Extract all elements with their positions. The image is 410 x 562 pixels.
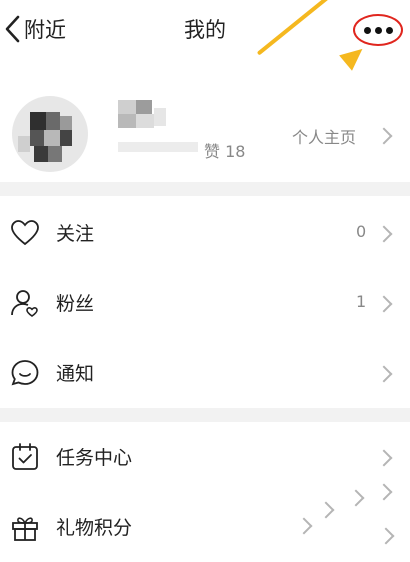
more-dot (385, 26, 393, 34)
page-title: 我的 (184, 18, 226, 42)
section-divider (0, 182, 410, 196)
chevron-right-icon (317, 501, 335, 519)
menu-item-gift-points[interactable]: 礼物积分 (0, 483, 410, 562)
user-id-redacted (118, 142, 198, 152)
homepage-link-label[interactable]: 个人主页 (292, 124, 356, 148)
likes-count: 赞 18 (204, 142, 246, 161)
chevron-right-icon (375, 365, 393, 383)
section-divider (0, 408, 410, 422)
heart-icon (11, 220, 39, 246)
menu-item-label: 礼物积分 (56, 517, 133, 539)
fans-icon (11, 290, 38, 317)
task-checklist-icon (12, 443, 38, 470)
profile-card[interactable]: 赞 18 个人主页 (0, 72, 410, 182)
menu-item-label: 粉丝 (56, 293, 95, 315)
more-dot (363, 26, 371, 34)
menu-item-label: 任务中心 (56, 447, 133, 469)
chevron-right-icon (347, 489, 365, 507)
more-dot (374, 26, 382, 34)
menu-item-fans[interactable]: 粉丝 1 (0, 268, 410, 338)
chevron-right-icon (375, 225, 393, 243)
menu-item-count: 1 (356, 292, 367, 311)
menu-item-notifications[interactable]: 通知 (0, 338, 410, 408)
menu-item-count: 0 (356, 222, 367, 241)
chevron-right-icon (375, 295, 393, 313)
chevron-right-icon (375, 127, 393, 145)
avatar (12, 96, 88, 172)
menu-item-task-center[interactable]: 任务中心 (0, 422, 410, 492)
more-options-button[interactable] (353, 14, 403, 46)
chevron-right-icon (375, 449, 393, 467)
menu-item-label: 关注 (56, 223, 95, 245)
menu-item-following[interactable]: 关注 0 (0, 198, 410, 268)
chevron-right-icon (295, 517, 313, 535)
gift-icon (12, 517, 38, 541)
chat-bubble-icon (11, 360, 39, 386)
menu-item-label: 通知 (56, 363, 95, 385)
